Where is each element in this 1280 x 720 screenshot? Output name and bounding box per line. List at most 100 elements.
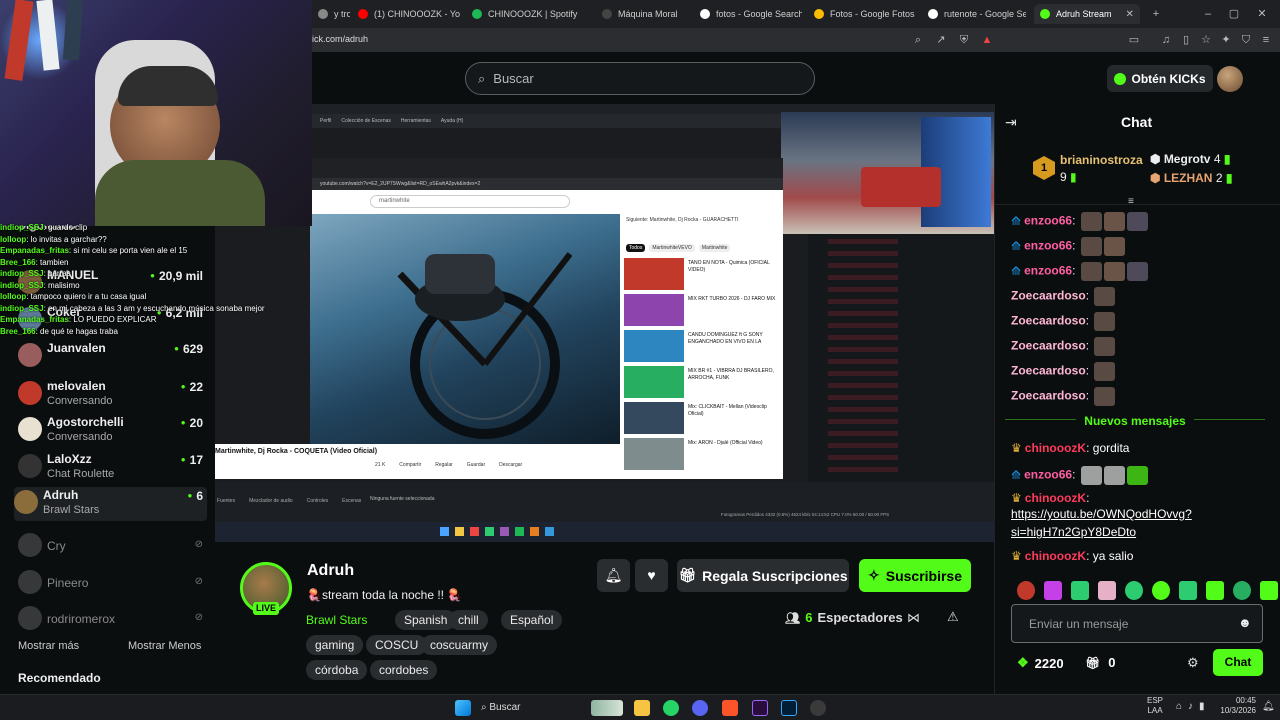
sidebar-channel[interactable]: melovalenConversando22 <box>18 378 203 412</box>
chat-username[interactable]: Zoecaardoso <box>1011 389 1086 403</box>
chat-input[interactable]: Enviar un mensaje ☻ <box>1011 604 1263 643</box>
emote-icon[interactable] <box>1044 581 1062 600</box>
system-tray-icons[interactable]: ⌂♪▮ <box>1176 701 1211 712</box>
emote-icon[interactable] <box>1152 581 1170 600</box>
brave-icon[interactable] <box>722 700 738 716</box>
url-text[interactable]: ick.com/adruh <box>312 34 368 44</box>
bell-icon[interactable]: 🔔︎ <box>597 559 630 592</box>
chat-link-line1[interactable]: https://youtu.be/OWNQodHOvvg? <box>1011 507 1192 521</box>
show-more-link[interactable]: Mostrar más <box>18 640 79 652</box>
stream-tag[interactable]: gaming <box>306 635 364 655</box>
stream-tag[interactable]: córdoba <box>306 660 368 680</box>
vpn-icon[interactable]: ⛉ <box>1238 32 1254 48</box>
stream-tag[interactable]: COSCU <box>366 635 428 655</box>
subscribe-button[interactable]: ✧ Suscribirse <box>859 559 971 592</box>
whatsapp-icon[interactable] <box>663 700 679 716</box>
sidebar-channel[interactable]: LaloXzz Chat Roulette 17 <box>18 451 203 485</box>
sidebar-channel[interactable]: Agostorchelli Conversando 20 <box>18 414 203 448</box>
stream-tag[interactable]: Spanish <box>395 610 457 630</box>
browser-tab[interactable]: CHINOOOZK | Spotify <box>466 4 590 24</box>
media-icon[interactable]: ♫ <box>1158 32 1174 48</box>
maximize-icon[interactable]: ▢ <box>1226 6 1242 22</box>
chat-username[interactable]: enzoo66 <box>1024 468 1072 482</box>
share-page-icon[interactable]: ↗ <box>933 32 949 48</box>
reader-icon[interactable]: ▯ <box>1178 32 1194 48</box>
brave-rewards-icon[interactable]: ▲ <box>979 32 995 48</box>
browser-tab[interactable]: fotos - Google Search <box>694 4 802 24</box>
obs-icon[interactable] <box>810 700 826 716</box>
category-link[interactable]: Brawl Stars <box>306 610 367 630</box>
browser-tab[interactable]: Máquina Moral <box>596 4 688 24</box>
emote-icon[interactable] <box>1206 581 1224 600</box>
chat-username[interactable]: enzoo66 <box>1024 239 1072 253</box>
language-indicator[interactable]: ESP LAA <box>1147 696 1163 716</box>
emote-icon[interactable] <box>1071 581 1089 600</box>
leader-2[interactable]: ⬢ Megrotv 4 ▮ <box>1150 152 1230 166</box>
discord-icon[interactable] <box>692 700 708 716</box>
user-avatar[interactable] <box>1217 66 1243 92</box>
new-messages-divider[interactable]: Nuevos mensajes <box>995 414 1275 428</box>
sidebar-channel-offline[interactable]: Cry ⊘ <box>18 530 203 564</box>
photoshop-icon[interactable] <box>781 700 797 716</box>
close-tab-icon[interactable]: ✕ <box>1126 9 1134 20</box>
heart-icon[interactable]: ♥ <box>635 559 668 592</box>
clock[interactable]: 00:45 10/3/2026 <box>1220 696 1256 716</box>
browser-tab[interactable]: rutenote - Google Search <box>922 4 1026 24</box>
sidebar-channel-offline[interactable]: rodriromerox ⊘ <box>18 603 203 637</box>
chat-username[interactable]: chinooozK <box>1025 491 1086 505</box>
chat-username[interactable]: enzoo66 <box>1024 264 1072 278</box>
browser-tab[interactable]: (1) CHINOOOZK - YouTube <box>352 4 460 24</box>
stream-tag[interactable]: chill <box>449 610 488 630</box>
extensions-icon[interactable]: ✦ <box>1218 32 1234 48</box>
close-window-icon[interactable]: ✕ <box>1254 6 1270 22</box>
chat-username[interactable]: Zoecaardoso <box>1011 339 1086 353</box>
windows-start-icon[interactable] <box>455 700 471 716</box>
emote-icon[interactable] <box>1017 581 1035 600</box>
notifications-icon[interactable]: 🔔︎ <box>1262 701 1275 712</box>
emote-icon[interactable] <box>1179 581 1197 600</box>
menu-icon[interactable]: ≡ <box>1258 32 1274 48</box>
gift-count[interactable]: 🎁︎ 0 <box>1085 655 1115 670</box>
sidebar-channel[interactable]: Adruh Brawl Stars 6 <box>14 487 207 521</box>
chat-username[interactable]: Zoecaardoso <box>1011 314 1086 328</box>
emote-icon[interactable] <box>1125 581 1143 600</box>
browser-tab[interactable]: y troll <box>312 4 350 24</box>
chat-link-line2[interactable]: si=higH7n2GpY8DeDto <box>1011 525 1136 539</box>
chat-username[interactable]: chinooozK <box>1025 441 1086 455</box>
chat-username[interactable]: enzoo66 <box>1024 214 1072 228</box>
stream-video[interactable]: Perfil Colección de Escenas Herramientas Ay… <box>215 104 994 542</box>
file-explorer-icon[interactable] <box>634 700 650 716</box>
streamer-name[interactable]: Adruh <box>307 562 354 580</box>
get-kicks-button[interactable]: Obtén KICKs <box>1107 65 1213 92</box>
emoji-icon[interactable]: ☻ <box>1238 615 1252 630</box>
search-input[interactable]: ⌕ Buscar <box>465 62 815 95</box>
emote-icon[interactable] <box>1098 581 1116 600</box>
browser-tab[interactable]: Adruh Stream ✕ <box>1034 4 1140 24</box>
zoom-icon[interactable]: ⌕ <box>910 32 926 48</box>
send-chat-button[interactable]: Chat <box>1213 649 1263 676</box>
leader-1-name[interactable]: brianinostroza <box>1060 153 1143 167</box>
emote-icon[interactable] <box>1233 581 1251 600</box>
report-icon[interactable]: ⚠ <box>947 609 959 625</box>
minimize-icon[interactable]: – <box>1200 6 1216 22</box>
premiere-icon[interactable] <box>752 700 768 716</box>
collapse-chat-icon[interactable]: ⇥ <box>1005 114 1017 131</box>
stream-tag[interactable]: coscuarmy <box>421 635 498 655</box>
stream-tag[interactable]: Español <box>501 610 563 630</box>
bookmark-icon[interactable]: ☆ <box>1198 32 1214 48</box>
share-icon[interactable]: ⋈ <box>907 610 920 626</box>
settings-gear-icon[interactable]: ⚙ <box>1187 655 1199 671</box>
browser-tab[interactable]: Fotos - Google Fotos <box>808 4 916 24</box>
kicks-balance[interactable]: ❖ 2220 <box>1017 655 1064 671</box>
stream-tag[interactable]: cordobes <box>370 660 438 680</box>
emote-icon[interactable] <box>1260 581 1278 600</box>
chat-username[interactable]: Zoecaardoso <box>1011 289 1086 303</box>
shield-icon[interactable]: ⛨ <box>956 32 972 48</box>
leader-3[interactable]: ⬢ LEZHAN 2 ▮ <box>1150 171 1232 185</box>
sidebar-channel-offline[interactable]: Pineero ⊘ <box>18 567 203 601</box>
widgets-icon[interactable] <box>591 700 623 716</box>
gift-subs-button[interactable]: 🎁︎ Regala Suscripciones <box>677 559 849 592</box>
taskbar-search[interactable]: ⌕ Buscar <box>481 699 581 717</box>
show-less-link[interactable]: Mostrar Menos <box>128 640 201 652</box>
chat-username[interactable]: Zoecaardoso <box>1011 364 1086 378</box>
